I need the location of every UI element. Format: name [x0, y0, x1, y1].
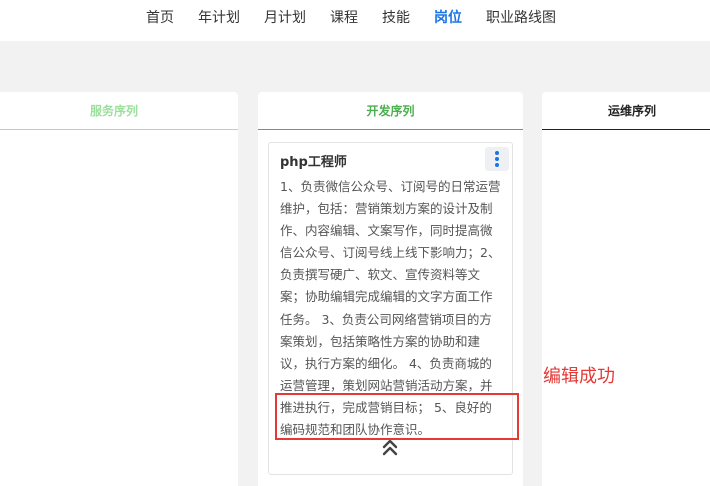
top-navigation: 首页 年计划 月计划 课程 技能 岗位 职业路线图	[0, 0, 710, 41]
more-vertical-icon	[495, 151, 499, 155]
nav-item-courses[interactable]: 课程	[330, 7, 358, 27]
column-ops-sequence: 运维序列	[542, 92, 710, 486]
nav-item-skills[interactable]: 技能	[382, 7, 410, 27]
double-chevron-up-icon[interactable]	[380, 437, 400, 459]
nav-item-annual-plan[interactable]: 年计划	[198, 7, 240, 27]
column-header[interactable]: 运维序列	[542, 92, 710, 130]
nav-item-home[interactable]: 首页	[146, 7, 174, 27]
more-vertical-icon	[495, 157, 499, 161]
more-options-button[interactable]	[485, 147, 509, 171]
nav-item-positions[interactable]: 岗位	[434, 7, 462, 27]
column-header[interactable]: 服务序列	[0, 92, 238, 130]
highlight-box	[275, 393, 519, 440]
more-vertical-icon	[495, 163, 499, 167]
column-header[interactable]: 开发序列	[258, 92, 523, 130]
success-annotation: 编辑成功	[543, 366, 615, 387]
card-title: php工程师	[280, 155, 347, 170]
column-service-sequence: 服务序列	[0, 92, 238, 486]
nav-item-monthly-plan[interactable]: 月计划	[264, 7, 306, 27]
nav-item-career-roadmap[interactable]: 职业路线图	[486, 7, 556, 27]
